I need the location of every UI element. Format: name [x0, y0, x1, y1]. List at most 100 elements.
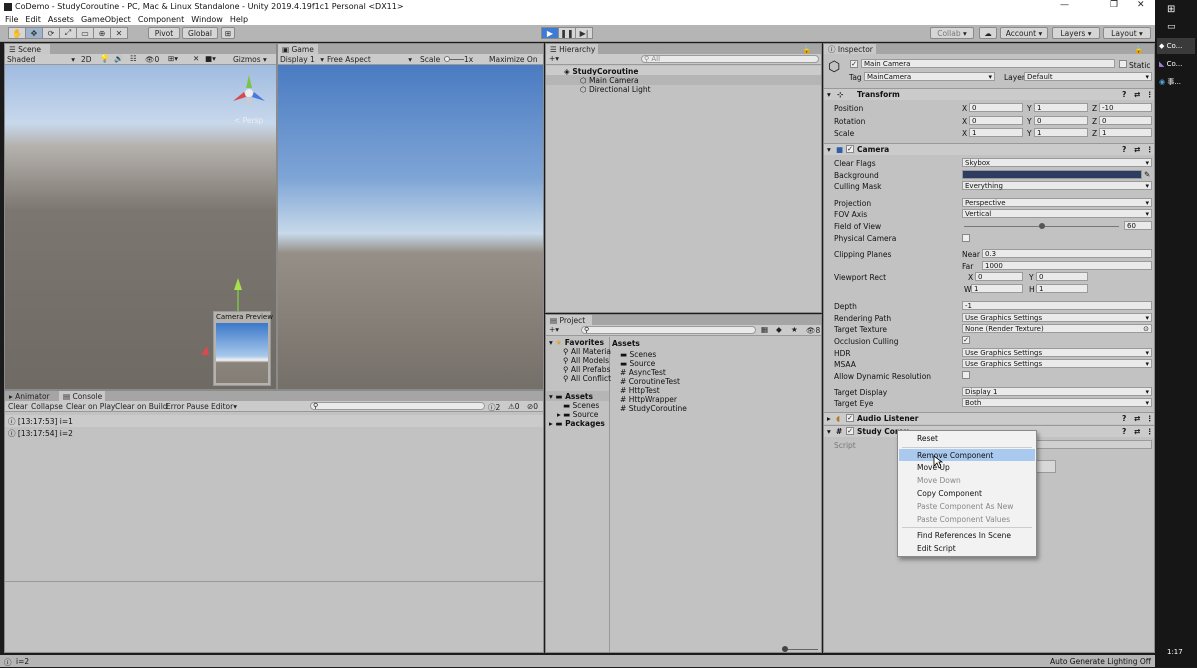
menu-item-remove-component[interactable]: Remove Component	[899, 449, 1035, 461]
more-icon[interactable]: ⋮	[1146, 90, 1154, 99]
camera-header[interactable]: ▾ ■ ✓ Camera ? ⇄ ⋮	[824, 143, 1154, 155]
taskbar-item-vs[interactable]: ◣ Co...	[1157, 56, 1195, 72]
object-name-input[interactable]: Main Camera	[861, 59, 1115, 68]
menu-component[interactable]: Component	[138, 15, 184, 24]
camera-enabled-checkbox[interactable]: ✓	[846, 145, 854, 153]
asset-script-asynctest[interactable]: # AsyncTest	[620, 368, 666, 377]
menu-assets[interactable]: Assets	[48, 15, 74, 24]
preset-icon[interactable]: ⇄	[1134, 427, 1140, 436]
menu-item-edit-script[interactable]: Edit Script	[899, 542, 1035, 554]
tree-folder-scenes[interactable]: ▬ Scenes	[563, 401, 599, 410]
assets-breadcrumb[interactable]: Assets	[612, 339, 640, 348]
physical-camera-checkbox[interactable]	[962, 234, 970, 242]
layout-dropdown[interactable]: Layout ▾	[1103, 27, 1151, 39]
layer-dropdown[interactable]: Default ▾	[1024, 72, 1152, 81]
tree-folder-source[interactable]: ▸ ▬ Source	[557, 410, 598, 419]
transform-tool-icon[interactable]: ⊕	[93, 27, 111, 39]
cloud-icon[interactable]: ☁	[979, 27, 997, 39]
tab-project[interactable]: ▤ Project	[546, 315, 592, 325]
scale-z-input[interactable]: 1	[1099, 128, 1152, 137]
warning-count-badge[interactable]: ⚠ 0	[508, 402, 520, 411]
fov-slider-thumb[interactable]	[1038, 223, 1045, 229]
background-color-field[interactable]	[962, 170, 1142, 179]
error-count-badge[interactable]: ⊘ 0	[527, 402, 538, 411]
tree-packages[interactable]: ▸ ▬ Packages	[549, 419, 605, 428]
target-display-dropdown[interactable]: Display 1 ▾	[962, 387, 1152, 396]
error-pause-button[interactable]: Error Pause	[166, 402, 209, 411]
rotation-y-input[interactable]: 0	[1034, 116, 1088, 125]
scale-tool-icon[interactable]: ⤢	[59, 27, 77, 39]
position-z-input[interactable]: -10	[1099, 103, 1152, 112]
console-log-row[interactable]: ⓘ [13:17:54] i=2	[5, 427, 543, 439]
static-checkbox[interactable]	[1119, 60, 1127, 68]
move-tool-icon[interactable]: ✥	[25, 27, 43, 39]
viewport-x-input[interactable]: 0	[975, 272, 1023, 281]
layers-dropdown[interactable]: Layers ▾	[1052, 27, 1100, 39]
preset-icon[interactable]: ⇄	[1134, 90, 1140, 99]
tab-scene[interactable]: ☰ Scene	[5, 44, 50, 54]
rotation-x-input[interactable]: 0	[969, 116, 1023, 125]
light-icon[interactable]: 💡	[100, 54, 109, 63]
aspect-dropdown[interactable]: Free Aspect ▾	[327, 55, 412, 64]
tab-game[interactable]: ▣ Game	[278, 44, 318, 54]
minimize-icon[interactable]: —	[1060, 0, 1069, 10]
favorite-all-models[interactable]: ⚲ All Models	[563, 356, 609, 365]
asset-script-coroutinetest[interactable]: # CoroutineTest	[620, 377, 680, 386]
transform-header[interactable]: ▾ ⊹ Transform ? ⇄ ⋮	[824, 88, 1154, 100]
menu-gameobject[interactable]: GameObject	[81, 15, 131, 24]
snap-icon[interactable]: ⊞	[221, 27, 235, 39]
projection-dropdown[interactable]: Perspective ▾	[962, 198, 1152, 207]
rect-tool-icon[interactable]: ▭	[76, 27, 94, 39]
fx-icon[interactable]: ☷	[130, 54, 137, 63]
icon-size-slider[interactable]	[782, 646, 818, 652]
target-texture-field[interactable]: None (Render Texture) ⊙	[962, 324, 1152, 333]
tab-inspector[interactable]: ⓘ Inspector	[824, 44, 876, 54]
clear-on-build-button[interactable]: Clear on Build	[115, 402, 168, 411]
rotation-z-input[interactable]: 0	[1099, 116, 1152, 125]
preset-icon[interactable]: ⇄	[1134, 414, 1140, 423]
favorite-all-conflicts[interactable]: ⚲ All Conflict	[563, 374, 611, 383]
audio-listener-checkbox[interactable]: ✓	[846, 414, 854, 422]
rendering-path-dropdown[interactable]: Use Graphics Settings ▾	[962, 313, 1152, 322]
filter-type-icon[interactable]: ▦	[761, 325, 768, 334]
occlusion-culling-checkbox[interactable]: ✓	[962, 336, 970, 344]
far-clip-input[interactable]: 1000	[982, 261, 1152, 270]
display-dropdown[interactable]: Display 1 ▾	[280, 55, 324, 64]
custom-tool-icon[interactable]: ✕	[110, 27, 128, 39]
tab-console[interactable]: ▤ Console	[59, 391, 105, 401]
favorite-all-prefabs[interactable]: ⚲ All Prefabs	[563, 365, 610, 374]
shading-dropdown[interactable]: Shaded ▾	[7, 55, 75, 64]
clear-flags-dropdown[interactable]: Skybox ▾	[962, 158, 1152, 167]
play-icon[interactable]: ▶	[541, 27, 559, 39]
pause-icon[interactable]: ❚❚	[558, 27, 576, 39]
lock-icon[interactable]: 🔒	[1134, 45, 1143, 54]
scale-y-input[interactable]: 1	[1034, 128, 1088, 137]
camera-icon[interactable]: ■▾	[205, 54, 216, 63]
asset-folder-scenes[interactable]: ▬ Scenes	[620, 350, 656, 359]
tools-icon[interactable]: ✕	[193, 54, 199, 63]
fov-axis-dropdown[interactable]: Vertical ▾	[962, 209, 1152, 218]
asset-folder-source[interactable]: ▬ Source	[620, 359, 655, 368]
clear-button[interactable]: Clear	[8, 402, 28, 411]
menu-window[interactable]: Window	[191, 15, 223, 24]
rotate-tool-icon[interactable]: ⟳	[42, 27, 60, 39]
menu-item-move-up[interactable]: Move Up	[899, 461, 1035, 473]
menu-file[interactable]: File	[5, 15, 18, 24]
object-picker-icon[interactable]: ⊙	[1143, 325, 1151, 333]
gizmos-dropdown[interactable]: Gizmos ▾	[233, 55, 267, 64]
create-dropdown[interactable]: +▾	[549, 54, 559, 63]
asset-script-studycoroutine[interactable]: # StudyCoroutine	[620, 404, 687, 413]
menu-item-find-references[interactable]: Find References In Scene	[899, 529, 1035, 541]
collab-button[interactable]: Collab ▾	[930, 27, 974, 39]
hdr-dropdown[interactable]: Use Graphics Settings ▾	[962, 348, 1152, 357]
position-x-input[interactable]: 0	[969, 103, 1023, 112]
viewport-y-input[interactable]: 0	[1036, 272, 1088, 281]
hidden-packages-count[interactable]: 👁 8	[806, 326, 820, 335]
preset-icon[interactable]: ⇄	[1134, 145, 1140, 154]
account-dropdown[interactable]: Account ▾	[1000, 27, 1048, 39]
console-detail-divider[interactable]	[5, 581, 543, 582]
maximize-icon[interactable]: ❐	[1110, 0, 1118, 10]
tag-dropdown[interactable]: MainCamera ▾	[864, 72, 995, 81]
more-icon[interactable]: ⋮	[1146, 414, 1154, 423]
depth-input[interactable]: -1	[962, 301, 1152, 310]
